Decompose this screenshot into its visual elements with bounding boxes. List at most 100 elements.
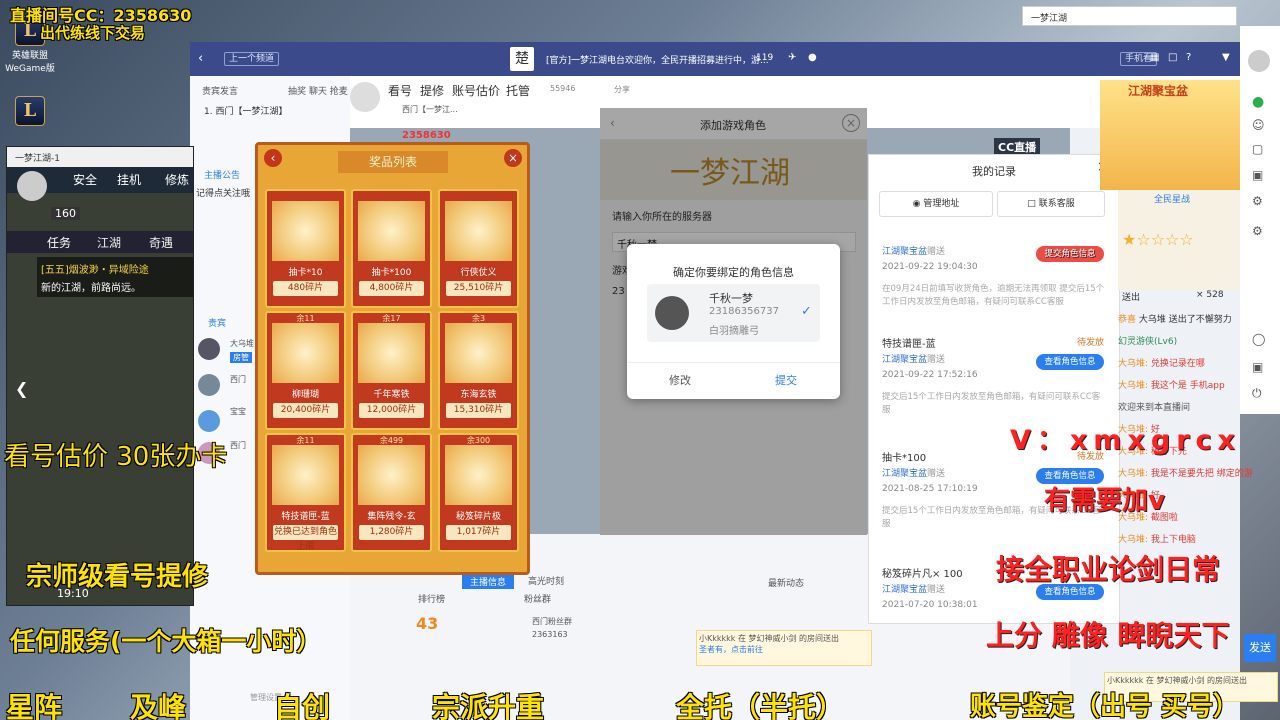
- quest-card[interactable]: [五五]烟波渺・异域险途 新的江湖，前路尚远。: [37, 257, 193, 297]
- record-action-button[interactable]: 查看角色信息: [1036, 354, 1104, 370]
- cube-icon[interactable]: ▢: [1252, 142, 1263, 156]
- player-avatar[interactable]: [17, 171, 47, 201]
- fans-tab[interactable]: 粉丝群: [524, 592, 551, 605]
- back-icon[interactable]: ‹: [264, 149, 282, 167]
- contact-service-button[interactable]: □ 联系客服: [997, 191, 1105, 217]
- chat-user[interactable]: 大乌堆:: [1118, 535, 1148, 545]
- chat-message: 幻灵游侠(Lv6): [1118, 334, 1177, 347]
- streamer-tab-1[interactable]: 看号: [388, 82, 412, 99]
- person-icon[interactable]: ☺: [1252, 118, 1265, 132]
- settings-icon[interactable]: ⚙: [1252, 224, 1263, 238]
- streamer-tab-3[interactable]: 账号估价: [452, 82, 500, 99]
- tab-host-info[interactable]: 主播信息: [462, 574, 515, 589]
- record-source[interactable]: 江湖聚宝盆赠送: [882, 352, 945, 365]
- star-war-card[interactable]: 全民星战 ★☆☆☆☆ 送出 × 528: [1118, 190, 1240, 303]
- fans-count: 55946: [550, 84, 576, 93]
- streamer-avatar[interactable]: [350, 82, 380, 112]
- close-icon[interactable]: ×: [504, 149, 522, 167]
- lock-icon[interactable]: ▣: [1252, 360, 1263, 374]
- help-icon[interactable]: ?: [1186, 52, 1191, 63]
- viewer-count: 119: [756, 53, 774, 63]
- streamer-tab-4[interactable]: 托管: [506, 82, 530, 99]
- record-source[interactable]: 江湖聚宝盆赠送: [882, 582, 945, 595]
- desktop-icon-lol-2[interactable]: L: [4, 96, 56, 128]
- prize-price: 1,017碎片: [446, 525, 511, 540]
- prize-title: 奖品列表: [338, 151, 448, 173]
- left-arrow-icon[interactable]: ❮: [15, 379, 28, 398]
- prize-image: [358, 201, 425, 261]
- submit-button[interactable]: 提交: [775, 372, 797, 388]
- tab-safe[interactable]: 安全: [73, 171, 97, 188]
- gear-icon[interactable]: ⚙: [1252, 194, 1263, 208]
- prize-item[interactable]: 余499 集阵残令-玄 1,280碎片: [351, 433, 432, 552]
- tab-world[interactable]: 江湖: [97, 234, 121, 251]
- record-action-button[interactable]: 提交角色信息: [1036, 246, 1104, 262]
- chat-user[interactable]: 大乌堆:: [1118, 359, 1148, 369]
- share-label[interactable]: 分享: [614, 84, 630, 95]
- prize-item[interactable]: 行侠仗义 25,510碎片: [438, 189, 519, 308]
- vip-title[interactable]: 贵宾: [208, 316, 226, 329]
- folder-icon[interactable]: ▣: [1252, 168, 1263, 182]
- chat-user[interactable]: 恭喜: [1118, 315, 1136, 325]
- dropdown-icon[interactable]: ▼: [1222, 52, 1230, 63]
- back-arrow-icon[interactable]: ‹: [198, 51, 203, 66]
- prize-image: [272, 323, 339, 383]
- avatar[interactable]: [1248, 50, 1270, 72]
- chat-user[interactable]: 大乌堆:: [1118, 469, 1148, 479]
- user-icon[interactable]: ●: [808, 52, 817, 63]
- send-button[interactable]: 发送: [1244, 634, 1276, 662]
- prize-price: 兑换已达到角色上限: [273, 525, 338, 552]
- overlay-wechat: V：xmxgrcx: [1010, 425, 1241, 456]
- role-card[interactable]: 千秋一梦 23186356737 白羽摘雕弓 ✓: [647, 284, 820, 342]
- record-source[interactable]: 江湖聚宝盆赠送: [882, 466, 945, 479]
- game-top-bar: 安全 挂机 修炼: [7, 167, 193, 201]
- prize-image: [445, 201, 512, 261]
- prize-name: 行侠仗义: [460, 268, 497, 278]
- prev-channel-button[interactable]: 上一个频道: [224, 52, 280, 66]
- prize-item[interactable]: 余3 东海玄铁 15,310碎片: [438, 311, 519, 430]
- tab-highlight[interactable]: 高光时刻: [528, 574, 564, 587]
- overlay-eval: 看号估价 30张办卡: [4, 442, 228, 472]
- window-icon[interactable]: □: [1168, 52, 1177, 63]
- record-title: 特技谱匣-蓝: [882, 339, 936, 350]
- share-icon[interactable]: ✈: [788, 52, 796, 63]
- prize-item[interactable]: 余11 特技谱匣-蓝 兑换已达到角色上限: [265, 433, 346, 552]
- desktop-icon-label: 英雄联盟: [11, 51, 48, 61]
- vip-user[interactable]: 西门: [230, 440, 246, 451]
- modify-button[interactable]: 修改: [669, 372, 691, 388]
- chat-bubble-icon[interactable]: ●: [1252, 94, 1264, 110]
- avatar: [198, 374, 220, 396]
- tab-adventure[interactable]: 奇遇: [149, 234, 173, 251]
- tab-quest[interactable]: 任务: [47, 234, 71, 251]
- prize-price: 20,400碎片: [273, 403, 338, 418]
- activity-banner[interactable]: 江湖聚宝盆: [1100, 80, 1240, 190]
- role-title: 白羽摘雕弓: [709, 326, 759, 337]
- tab-cultivate[interactable]: 修炼: [165, 171, 189, 188]
- prize-item[interactable]: 余300 秘笈碎片极 1,017碎片: [438, 433, 519, 552]
- tab-latest[interactable]: 最新动态: [768, 576, 804, 589]
- vip-user[interactable]: 宝宝: [230, 406, 246, 417]
- vip-user[interactable]: 西门: [230, 374, 246, 385]
- activity-title: 江湖聚宝盆: [1128, 84, 1189, 98]
- prize-item[interactable]: 余11 柳珊瑚 20,400碎片: [265, 311, 346, 430]
- rank-tab[interactable]: 排行榜: [418, 592, 445, 605]
- prize-item[interactable]: 抽卡*10 480碎片: [265, 189, 346, 308]
- announce-text: 记得点关注哦: [196, 189, 251, 199]
- grid-icon[interactable]: ▦: [1150, 52, 1159, 63]
- record-source[interactable]: 江湖聚宝盆赠送: [882, 244, 945, 257]
- vip-user[interactable]: 大乌堆: [230, 338, 254, 349]
- chat-message: 恭喜 大乌堆 送出了不懈努力: [1118, 312, 1232, 325]
- circle-icon[interactable]: ◯: [1252, 332, 1265, 346]
- prize-name: 千年寒铁: [373, 390, 410, 400]
- tab-idle[interactable]: 挂机: [117, 171, 141, 188]
- prize-item[interactable]: 抽卡*100 4,800碎片: [351, 189, 432, 308]
- record-status: 待发放: [1076, 338, 1104, 348]
- power-icon[interactable]: ⏻: [1252, 386, 1262, 401]
- prize-name: 东海玄铁: [460, 390, 497, 400]
- chat-user[interactable]: 大乌堆:: [1118, 381, 1148, 391]
- rank-item[interactable]: 1. 西门【一梦江湖】: [204, 104, 287, 117]
- prize-item[interactable]: 余17 千年寒铁 12,000碎片: [351, 311, 432, 430]
- overlay-need-add: 有需要加v: [1044, 486, 1165, 516]
- manage-address-button[interactable]: ◉ 管理地址: [879, 191, 993, 217]
- streamer-tab-2[interactable]: 提修: [420, 82, 444, 99]
